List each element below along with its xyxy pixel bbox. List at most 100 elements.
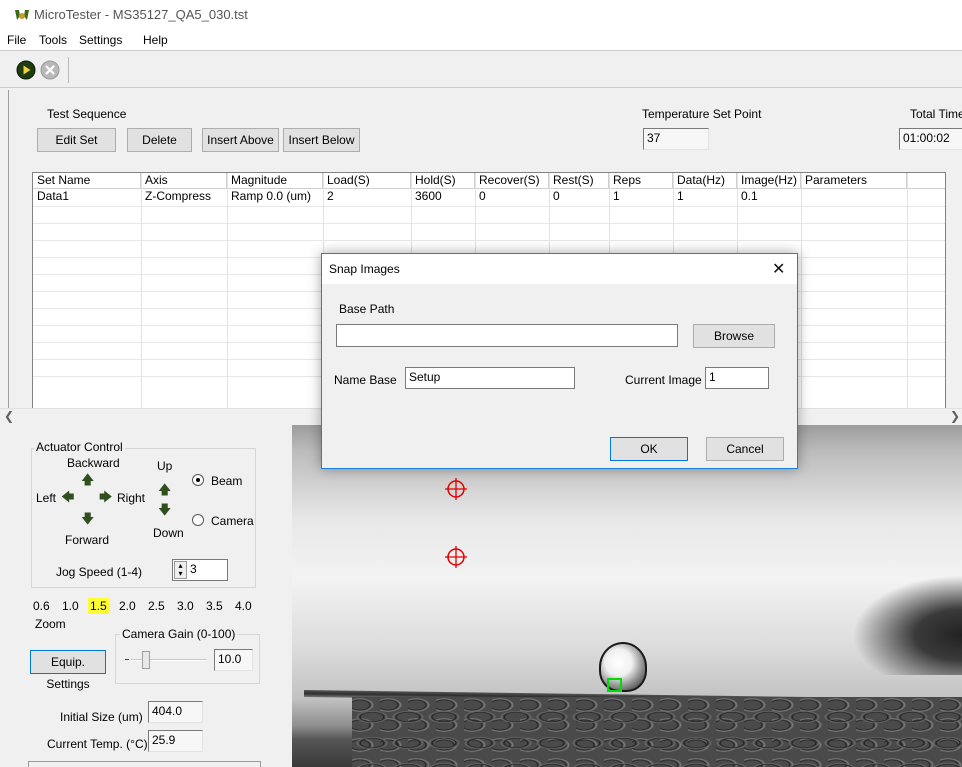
toolbar [0, 50, 962, 88]
grid-line [33, 206, 945, 207]
dialog-title: Snap Images [329, 262, 400, 276]
col-header[interactable]: Magnitude [227, 173, 323, 189]
arrow-up-z-icon[interactable]: 🡅 [158, 481, 171, 503]
zoom-4.0[interactable]: 4.0 [233, 598, 254, 614]
zoom-label: Zoom [35, 617, 66, 631]
mesh-support [352, 697, 962, 767]
base-path-label: Base Path [339, 302, 395, 316]
initial-size-field[interactable]: 404.0 [148, 701, 203, 723]
current-image-label: Current Image [625, 373, 702, 387]
edit-set-button[interactable]: Edit Set [37, 128, 116, 152]
toolbar-separator [68, 57, 69, 83]
grid-line [33, 223, 945, 224]
camera-radio[interactable] [192, 514, 204, 526]
zoom-2.5[interactable]: 2.5 [146, 598, 167, 614]
name-base-input[interactable]: Setup [405, 367, 575, 389]
zoom-0.6[interactable]: 0.6 [31, 598, 52, 614]
roi-marker[interactable] [607, 678, 622, 692]
table-cell[interactable] [801, 189, 805, 205]
total-time-label: Total Time [910, 107, 962, 121]
zoom-1.0[interactable]: 1.0 [60, 598, 81, 614]
col-header[interactable]: Set Name [33, 173, 141, 189]
name-base-label: Name Base [334, 373, 397, 387]
table-cell[interactable]: 1 [609, 189, 620, 205]
zoom-3.5[interactable]: 3.5 [204, 598, 225, 614]
zoom-1.5[interactable]: 1.5 [88, 598, 109, 614]
crosshair-target-icon[interactable] [444, 545, 468, 569]
table-cell[interactable]: Z-Compress [141, 189, 211, 205]
delete-button[interactable]: Delete [127, 128, 192, 152]
menu-tools[interactable]: Tools [39, 33, 67, 47]
col-header[interactable]: Reps [609, 173, 673, 189]
actuator-control-title: Actuator Control [34, 440, 125, 454]
cancel-button[interactable]: Cancel [706, 437, 784, 461]
crosshair-target-icon[interactable] [444, 477, 468, 501]
col-header[interactable]: Load(S) [323, 173, 411, 189]
scroll-right-icon[interactable]: ❯ [950, 409, 960, 423]
play-icon[interactable] [16, 60, 36, 80]
arrow-right-icon[interactable]: 🡆 [99, 488, 112, 510]
equip-settings-button[interactable]: Equip. Settings [30, 650, 106, 691]
menu-file[interactable]: File [7, 33, 26, 47]
stop-icon[interactable] [40, 60, 60, 80]
col-header[interactable]: Recover(S) [475, 173, 549, 189]
arrow-down-icon[interactable]: 🡇 [81, 510, 94, 532]
dialog-title-bar: Snap Images ✕ [322, 254, 797, 284]
left-border [8, 90, 9, 426]
col-header[interactable]: Hold(S) [411, 173, 475, 189]
camera-gain-title: Camera Gain (0-100) [120, 627, 238, 641]
grid-line [33, 240, 945, 241]
zoom-3.0[interactable]: 3.0 [175, 598, 196, 614]
col-header[interactable]: Rest(S) [549, 173, 609, 189]
insert-above-button[interactable]: Insert Above [202, 128, 279, 152]
camera-image-view[interactable] [292, 425, 962, 767]
col-header[interactable]: Axis [141, 173, 227, 189]
arrow-left-icon[interactable]: 🡄 [61, 488, 74, 510]
bottom-group-edge [28, 761, 261, 767]
table-cell[interactable]: 0.1 [737, 189, 758, 205]
camera-gain-slider-thumb[interactable] [142, 651, 150, 669]
table-cell[interactable]: 0 [475, 189, 486, 205]
table-cell[interactable]: Ramp 0.0 (um) [227, 189, 311, 205]
close-icon[interactable]: ✕ [772, 259, 785, 279]
current-image-input[interactable]: 1 [705, 367, 769, 389]
ok-button[interactable]: OK [610, 437, 688, 461]
image-shadow [852, 575, 962, 675]
down-label: Down [153, 526, 184, 540]
snap-images-dialog: Snap Images ✕ Base Path Browse Name Base… [321, 253, 798, 469]
zoom-2.0[interactable]: 2.0 [117, 598, 138, 614]
app-logo-icon [15, 10, 29, 20]
up-label: Up [157, 459, 173, 473]
arrow-up-icon[interactable]: 🡅 [81, 471, 94, 493]
temperature-set-point-label: Temperature Set Point [642, 107, 762, 121]
col-header-empty [907, 173, 945, 189]
current-temp-field: 25.9 [148, 730, 203, 752]
table-cell[interactable]: 0 [549, 189, 560, 205]
browse-button[interactable]: Browse [693, 324, 775, 348]
menu-help[interactable]: Help [143, 33, 168, 47]
beam-label: Beam [211, 474, 243, 488]
insert-below-button[interactable]: Insert Below [283, 128, 360, 152]
base-path-input[interactable] [336, 324, 678, 347]
jog-speed-label: Jog Speed (1-4) [56, 565, 143, 579]
camera-label: Camera [211, 514, 254, 528]
table-cell[interactable]: 1 [673, 189, 684, 205]
jog-speed-spinner-icon[interactable]: ▴ ▾ [174, 561, 187, 579]
gain-tick [125, 659, 129, 660]
table-cell[interactable]: 2 [323, 189, 334, 205]
total-time-field: 01:00:02 [899, 128, 962, 150]
table-cell[interactable]: Data1 [33, 189, 69, 205]
col-header[interactable]: Image(Hz) [737, 173, 801, 189]
arrow-down-z-icon[interactable]: 🡇 [158, 501, 171, 523]
camera-gain-field[interactable]: 10.0 [214, 649, 253, 671]
scroll-left-icon[interactable]: ❮ [4, 409, 14, 423]
initial-size-label: Initial Size (um) [60, 710, 143, 724]
temperature-set-point-field[interactable]: 37 [643, 128, 709, 150]
title-bar: MicroTester - MS35127_QA5_030.tst [0, 0, 962, 30]
table-cell[interactable]: 3600 [411, 189, 442, 205]
col-header[interactable]: Parameters [801, 173, 907, 189]
menu-settings[interactable]: Settings [79, 33, 122, 47]
col-header[interactable]: Data(Hz) [673, 173, 737, 189]
menu-bar: File Tools Settings Help [0, 30, 962, 50]
beam-radio[interactable] [192, 474, 204, 486]
